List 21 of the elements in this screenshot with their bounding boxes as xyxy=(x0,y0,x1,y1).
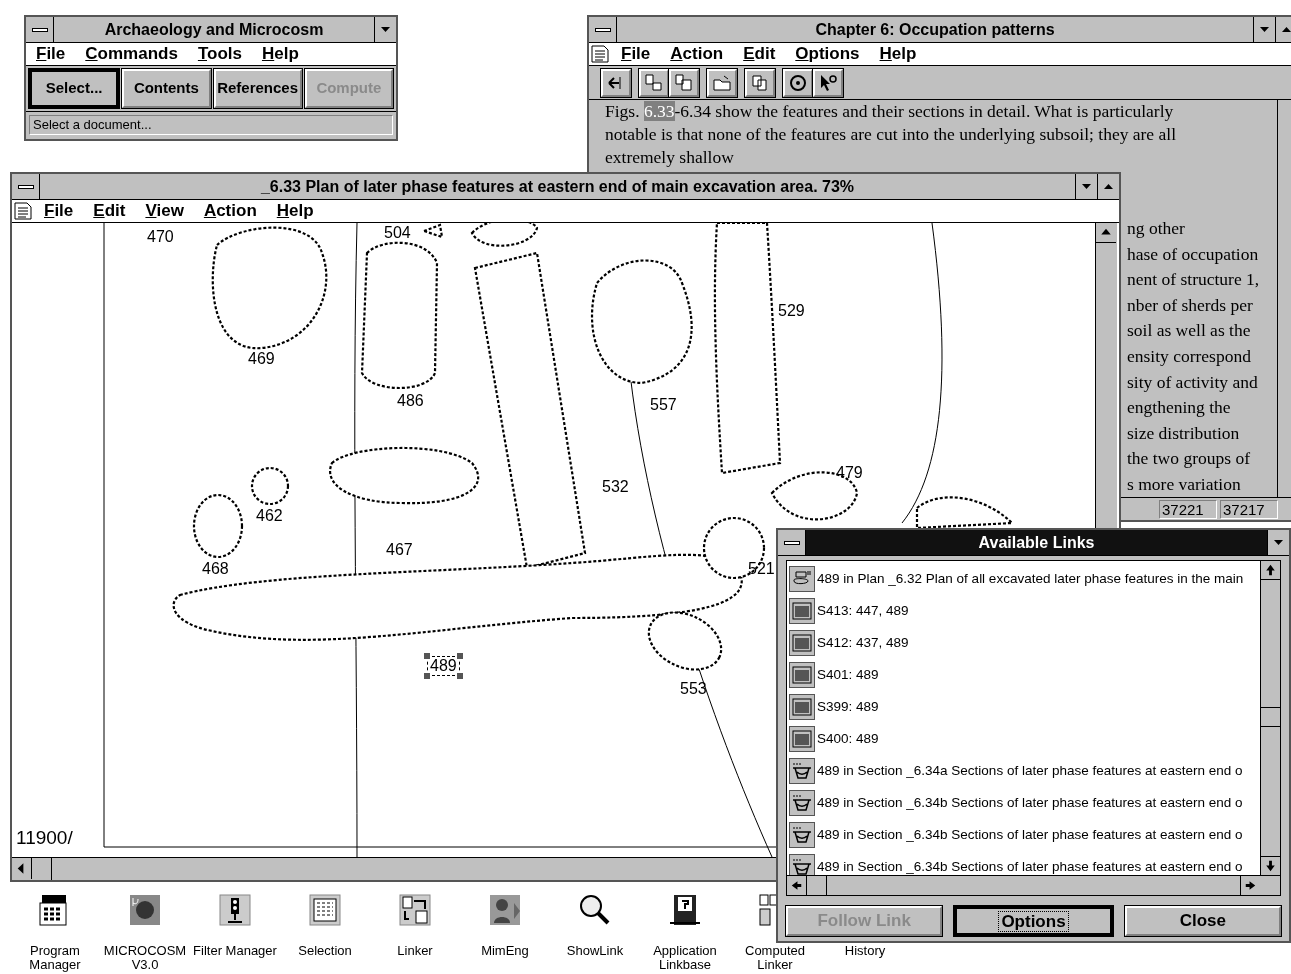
paragraph-text: ensity correspond xyxy=(1127,344,1252,368)
paragraph-text: sity of activity and xyxy=(1127,370,1259,394)
paragraph-text: Figs. 6.33-6.34 show the features and their sections in detail. What is particularly xyxy=(605,100,1175,123)
paragraph-text: nber of sherds per xyxy=(1127,293,1254,317)
paragraph-text: s more variation xyxy=(1127,472,1242,496)
status-cell: 37221 xyxy=(1159,499,1217,519)
paragraph-text: the two groups of xyxy=(1127,447,1251,471)
paragraph-text: ng other xyxy=(1127,217,1186,240)
window-title: _6.33 Plan of later phase features at eastern end of main excavation area. 73% xyxy=(259,177,856,197)
paragraph-text: size distribution xyxy=(1127,421,1241,445)
paragraph-text: soil as well as the xyxy=(1127,319,1252,343)
paragraph-text: engthening the xyxy=(1127,396,1232,420)
paragraph-text: extremely shallow xyxy=(605,146,735,169)
paragraph-text: nent of structure 1, xyxy=(1127,268,1260,292)
window-title: Available Links xyxy=(977,533,1096,553)
paragraph-text: hase of occupation xyxy=(1127,242,1260,266)
paragraph-text: notable is that none of the features are cut into the underlying subsoil; they are all xyxy=(605,123,1176,146)
status-text: Select a document... xyxy=(29,115,393,135)
status-cell: 37217 xyxy=(1220,499,1278,519)
window-title: Chapter 6: Occupation patterns xyxy=(814,20,1056,40)
window-title: Archaeology and Microcosm xyxy=(103,20,325,40)
